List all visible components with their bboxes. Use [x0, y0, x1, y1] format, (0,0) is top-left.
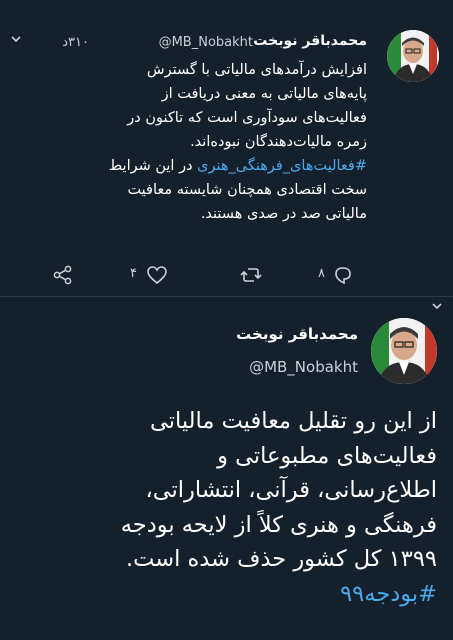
- hashtag-link[interactable]: #فعالیت‌های_فرهنگی_هنری: [197, 158, 367, 174]
- tweet-body: افزایش درآمدهای مالیاتی با گسترش پایه‌ها…: [12, 58, 367, 226]
- heart-icon[interactable]: [146, 264, 168, 286]
- reply-icon[interactable]: [332, 264, 354, 286]
- retweet-icon[interactable]: [240, 264, 262, 286]
- author-handle[interactable]: @MB_Nobakht: [159, 35, 253, 50]
- like-count: ۴: [130, 266, 137, 281]
- avatar[interactable]: [371, 318, 437, 384]
- avatar-image: [371, 318, 437, 384]
- hashtag-link[interactable]: #بودجه۹۹: [340, 581, 437, 607]
- tweet-divider: [0, 296, 453, 297]
- author-handle[interactable]: @MB_Nobakht: [249, 358, 358, 376]
- chevron-down-icon[interactable]: [431, 300, 443, 312]
- avatar[interactable]: [387, 30, 439, 82]
- tweet-body: از این رو تقلیل معافیت مالیاتی فعالیت‌ها…: [7, 404, 437, 611]
- author-name[interactable]: محمدباقر نوبخت: [236, 325, 358, 343]
- chevron-down-icon[interactable]: [10, 33, 22, 45]
- avatar-image: [387, 30, 439, 82]
- tweet-time[interactable]: ۳۱۰د: [62, 35, 89, 50]
- author-name[interactable]: محمدباقر نوبخت: [253, 33, 367, 49]
- share-icon[interactable]: [52, 264, 74, 286]
- reply-count: ۸: [318, 266, 325, 281]
- tweet-text: از این رو تقلیل معافیت مالیاتی فعالیت‌ها…: [120, 408, 437, 572]
- tweet-text: افزایش درآمدهای مالیاتی با گسترش پایه‌ها…: [127, 62, 367, 150]
